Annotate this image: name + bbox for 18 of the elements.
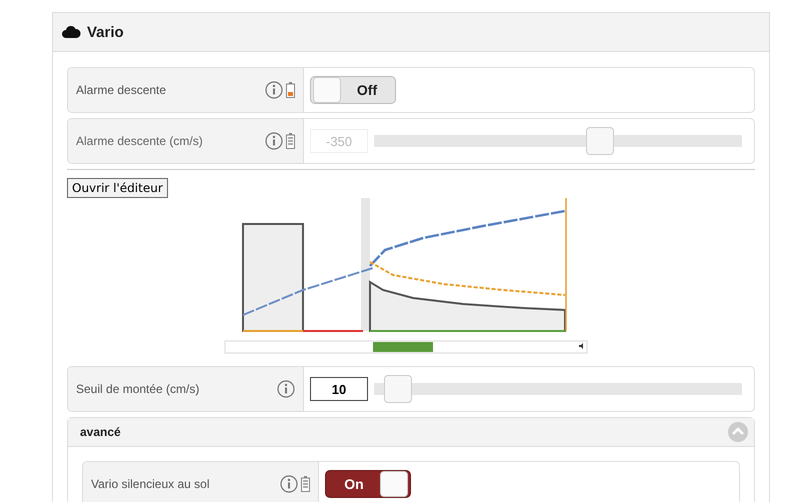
cloud-icon — [61, 25, 81, 39]
playback-marker[interactable] — [372, 342, 433, 352]
toggle-switch[interactable]: On — [325, 470, 411, 498]
open-editor-button[interactable]: Ouvrir l'éditeur — [67, 178, 168, 198]
info-icon[interactable] — [265, 132, 283, 150]
info-icon[interactable] — [265, 81, 283, 99]
section-title: Vario — [87, 24, 124, 40]
info-icon[interactable] — [277, 380, 295, 398]
setting-label: Alarme descente — [76, 83, 168, 97]
toggle-switch[interactable]: Off — [310, 76, 396, 104]
setting-label: Alarme descente (cm/s) — [76, 134, 204, 148]
slider-thumb[interactable] — [384, 375, 412, 403]
speaker-icon[interactable] — [578, 343, 583, 349]
info-icon[interactable] — [280, 475, 298, 493]
number-field[interactable]: 10 — [310, 377, 368, 401]
setting-label: Vario silencieux au sol — [91, 477, 211, 491]
section-title: avancé — [80, 425, 121, 439]
setting-label: Seuil de montée (cm/s) — [76, 382, 200, 396]
